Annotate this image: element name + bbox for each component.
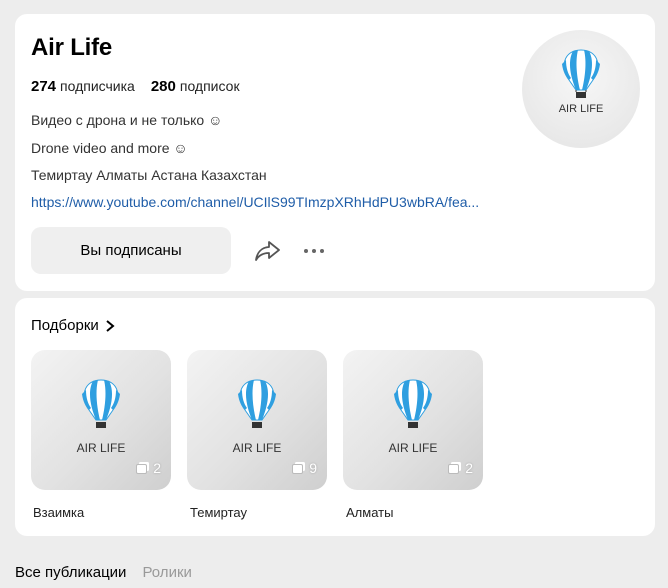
subscribers-stat[interactable]: 274 подписчика	[31, 78, 135, 95]
collections-header[interactable]: Подборки	[31, 317, 115, 334]
post-count: 9	[292, 460, 317, 476]
logo-text: AIR LIFE	[389, 441, 438, 455]
logo-text: AIR LIFE	[77, 441, 126, 455]
balloon-logo-icon: AIR LIFE	[559, 49, 604, 115]
tab-videos[interactable]: Ролики	[142, 564, 191, 581]
subscriptions-count: 280	[150, 78, 176, 95]
collection-tile[interactable]: AIR LIFE 2	[343, 350, 483, 490]
channel-link[interactable]: https://www.youtube.com/channel/UCIlS99T…	[31, 194, 479, 210]
description-line: Темиртау Алматы Астана Казахстан	[31, 167, 267, 183]
collection-tile[interactable]: AIR LIFE 9	[187, 350, 327, 490]
post-count-value: 2	[153, 460, 161, 476]
subscribed-button[interactable]: Вы подписаны	[31, 227, 231, 274]
channel-name: Air Life	[31, 34, 113, 61]
collections-card: Подборки AIR LIFE 2 Взаимка AIR LIFE 9 Т…	[15, 298, 655, 536]
post-count: 2	[136, 460, 161, 476]
subscriptions-stat[interactable]: 280 подписок	[151, 78, 240, 95]
collections-title: Подборки	[31, 317, 99, 334]
channel-avatar[interactable]: AIR LIFE	[522, 30, 640, 148]
collection-label[interactable]: Алматы	[346, 505, 393, 520]
tab-all-posts[interactable]: Все публикации	[15, 564, 126, 581]
description-line: Видео с дрона и не только ☺	[31, 112, 223, 128]
stack-icon	[292, 462, 306, 474]
description-line: Drone video and more ☺	[31, 140, 188, 156]
profile-card: Air Life 274 подписчика 280 подписок Видео…	[15, 14, 655, 291]
stats-row: 274 подписчика 280 подписок	[31, 78, 240, 95]
subscribers-label: подписчика	[60, 78, 135, 94]
post-count-value: 2	[465, 460, 473, 476]
logo-text: AIR LIFE	[233, 441, 282, 455]
logo-text: AIR LIFE	[559, 103, 604, 115]
stack-icon	[448, 462, 462, 474]
chevron-right-icon	[106, 319, 115, 332]
more-icon[interactable]	[303, 244, 325, 258]
post-count-value: 9	[309, 460, 317, 476]
collection-tile[interactable]: AIR LIFE 2	[31, 350, 171, 490]
subscriptions-label: подписок	[179, 78, 240, 94]
stack-icon	[136, 462, 150, 474]
subscribers-count: 274	[31, 78, 57, 95]
post-count: 2	[448, 460, 473, 476]
share-icon[interactable]	[253, 239, 281, 263]
publication-tabs: Все публикации Ролики	[15, 564, 192, 581]
collection-label[interactable]: Темиртау	[190, 505, 247, 520]
collection-label[interactable]: Взаимка	[33, 505, 84, 520]
